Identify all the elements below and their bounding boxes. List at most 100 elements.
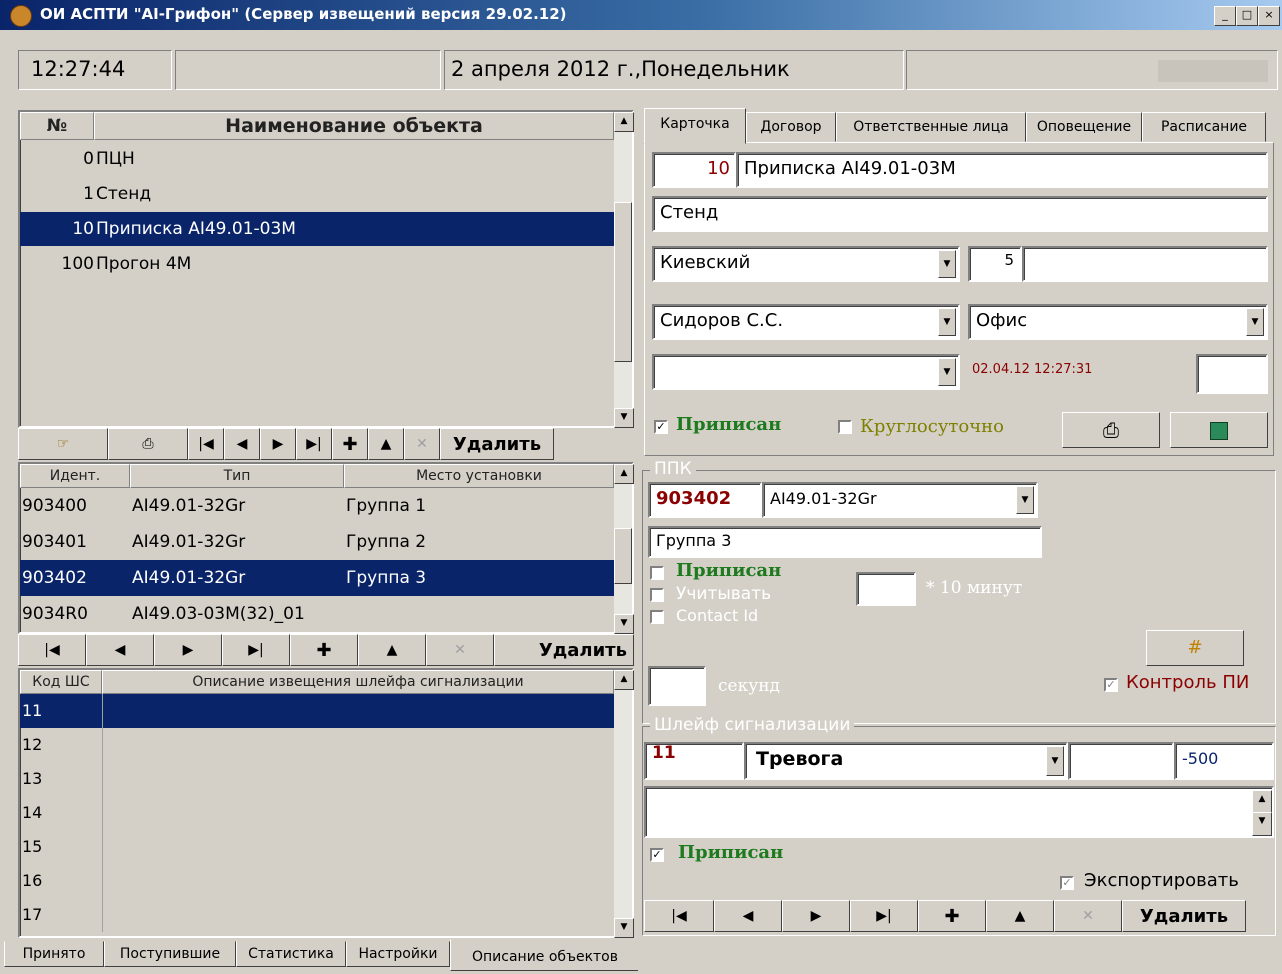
scroll-thumb[interactable] [614, 528, 632, 584]
chevron-down-icon[interactable]: ▼ [1246, 308, 1264, 336]
select-icon[interactable]: ☞ [18, 428, 108, 460]
table-row[interactable]: 100 Прогон 4M [20, 247, 614, 281]
scroll-thumb[interactable] [614, 202, 632, 362]
loops-grid[interactable]: Код ШС Описание извещения шлейфа сигнали… [18, 668, 634, 938]
first-icon[interactable]: |◀ [644, 900, 714, 932]
table-row[interactable]: 903400 AI49.01-32Gr Группа 1 [20, 488, 614, 524]
add-icon[interactable]: ✚ [290, 634, 358, 666]
table-row[interactable]: 0 ПЦН [20, 142, 614, 176]
prev-icon[interactable]: ◀ [224, 428, 260, 460]
place-select[interactable]: Офис ▼ [968, 304, 1268, 340]
table-row[interactable]: 17 [20, 898, 614, 932]
bottom-tab[interactable]: Настройки [346, 941, 450, 967]
print-icon[interactable]: ⎙ [108, 428, 188, 460]
description-scrollbar[interactable]: ▲ ▼ [1252, 790, 1272, 836]
seconds-field[interactable] [648, 666, 706, 706]
close-button[interactable]: × [1258, 6, 1280, 26]
scroll-down-icon[interactable]: ▼ [1252, 812, 1272, 836]
bottom-tab[interactable]: Описание объектов [450, 939, 640, 971]
tab-2[interactable]: Договор [746, 112, 836, 142]
ppk-assigned-checkbox[interactable] [650, 566, 664, 580]
ppk-place-field[interactable]: Группа 3 [648, 526, 1042, 558]
tab-3[interactable]: Ответственные лица [836, 112, 1026, 142]
tab-4[interactable]: Оповещение [1026, 112, 1142, 142]
loop-assigned-checkbox[interactable]: ✓ [650, 848, 664, 862]
devices-delete-button[interactable]: Удалить [494, 634, 634, 666]
extra-select[interactable]: ▼ [652, 354, 960, 390]
table-row[interactable]: 16 [20, 864, 614, 898]
up-icon[interactable]: ▲ [358, 634, 426, 666]
col-id-header[interactable]: Идент. [20, 464, 130, 488]
map-icon[interactable] [1170, 412, 1268, 448]
first-icon[interactable]: |◀ [188, 428, 224, 460]
loop-value-field[interactable]: -500 [1174, 742, 1274, 780]
export-checkbox[interactable]: ✓ [1060, 876, 1074, 890]
table-row[interactable]: 903401 AI49.01-32Gr Группа 2 [20, 524, 614, 560]
card-small-field[interactable] [1196, 354, 1268, 394]
next-icon[interactable]: ▶ [782, 900, 850, 932]
table-row[interactable]: 13 [20, 762, 614, 796]
table-row[interactable]: 15 [20, 830, 614, 864]
scroll-up-icon[interactable]: ▲ [614, 464, 634, 484]
up-icon[interactable]: ▲ [368, 428, 404, 460]
add-icon[interactable]: ✚ [332, 428, 368, 460]
prev-icon[interactable]: ◀ [714, 900, 782, 932]
col-place-header[interactable]: Место установки [344, 464, 614, 488]
scroll-up-icon[interactable]: ▲ [614, 670, 634, 690]
devices-grid[interactable]: Идент. Тип Место установки 903400 AI49.01… [18, 462, 634, 634]
table-row[interactable]: 10 Приписка AI49.01-03M [20, 212, 614, 246]
prev-icon[interactable]: ◀ [86, 634, 154, 666]
control-pi-checkbox[interactable]: ✓ [1104, 678, 1118, 692]
ppk-id-field[interactable]: 903402 [648, 482, 762, 518]
scroll-up-icon[interactable]: ▲ [1252, 790, 1272, 814]
card-group-field[interactable]: Стенд [652, 196, 1268, 232]
devices-scrollbar[interactable]: ▲ ▼ [614, 464, 634, 634]
loop-extra-field[interactable] [1068, 742, 1174, 780]
bottom-tab[interactable]: Поступившие [104, 941, 236, 967]
table-row[interactable]: 9034R0 AI49.03-03M(32)_01 [20, 596, 614, 632]
scroll-up-icon[interactable]: ▲ [614, 112, 634, 132]
chevron-down-icon[interactable]: ▼ [938, 250, 956, 278]
district-select[interactable]: Киевский ▼ [652, 246, 960, 282]
person-select[interactable]: Сидоров С.С. ▼ [652, 304, 960, 340]
ppk-consider-checkbox[interactable] [650, 588, 664, 602]
table-row[interactable]: 14 [20, 796, 614, 830]
loop-description-field[interactable]: ▲ ▼ [644, 786, 1274, 838]
objects-scrollbar[interactable]: ▲ ▼ [614, 112, 634, 428]
up-icon[interactable]: ▲ [986, 900, 1054, 932]
print-icon[interactable]: ⎙ [1062, 412, 1160, 448]
chevron-down-icon[interactable]: ▼ [1016, 486, 1034, 514]
first-icon[interactable]: |◀ [18, 634, 86, 666]
scroll-down-icon[interactable]: ▼ [614, 918, 634, 938]
round-clock-checkbox[interactable] [838, 420, 852, 434]
scroll-down-icon[interactable]: ▼ [614, 408, 634, 428]
last-icon[interactable]: ▶| [296, 428, 332, 460]
table-row[interactable]: 11 [20, 694, 614, 728]
col-desc-header[interactable]: Описание извещения шлейфа сигнализации [102, 670, 614, 694]
table-row[interactable]: 12 [20, 728, 614, 762]
col-type-header[interactable]: Тип [130, 464, 344, 488]
cancel-icon[interactable]: ✕ [1054, 900, 1122, 932]
cancel-icon[interactable]: ✕ [404, 428, 440, 460]
loop-delete-button[interactable]: Удалить [1122, 900, 1246, 932]
last-icon[interactable]: ▶| [850, 900, 918, 932]
col-num-header[interactable]: № [20, 112, 94, 140]
table-row[interactable]: 1 Стенд [20, 177, 614, 211]
table-row[interactable]: 903402 AI49.01-32Gr Группа 3 [20, 560, 614, 596]
next-icon[interactable]: ▶ [154, 634, 222, 666]
tab-5[interactable]: Расписание [1142, 112, 1266, 142]
assigned-checkbox[interactable]: ✓ [654, 420, 668, 434]
minutes-field[interactable] [856, 572, 916, 606]
bottom-tab[interactable]: Принято [4, 941, 104, 967]
add-icon[interactable]: ✚ [918, 900, 986, 932]
loops-scrollbar[interactable]: ▲ ▼ [614, 670, 634, 938]
col-code-header[interactable]: Код ШС [20, 670, 102, 694]
objects-grid[interactable]: № Наименование объекта 0 ПЦН 1 Стенд 10 Припи… [18, 110, 634, 428]
chevron-down-icon[interactable]: ▼ [938, 358, 956, 386]
chevron-down-icon[interactable]: ▼ [1046, 746, 1064, 776]
ppk-type-select[interactable]: AI49.01-32Gr ▼ [762, 482, 1038, 518]
tab-1[interactable]: Карточка [644, 108, 746, 144]
settings-grid-icon[interactable]: # [1146, 630, 1244, 666]
objects-delete-button[interactable]: Удалить [440, 428, 554, 460]
card-number-field[interactable]: 10 [652, 152, 736, 188]
